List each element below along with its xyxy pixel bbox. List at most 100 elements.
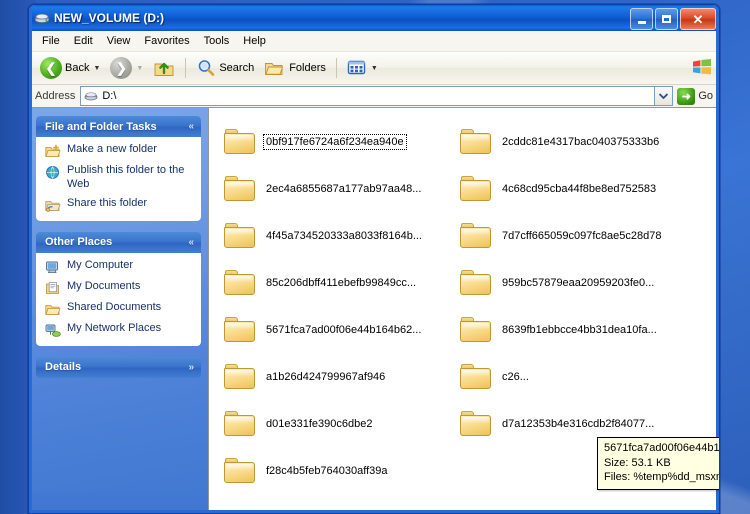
network-places-icon — [45, 323, 61, 338]
file-item[interactable]: 0bf917fe6724a6f234ea940e — [217, 118, 453, 165]
folder-icon — [460, 222, 492, 249]
chevron-down-icon — [659, 93, 669, 99]
file-item-label: 0bf917fe6724a6f234ea940e — [263, 133, 407, 150]
toolbar: ❮ Back ▼ ❯ ▼ Search Folders ▼ — [29, 52, 719, 85]
go-button[interactable]: ➜ Go — [677, 87, 719, 105]
file-item[interactable]: f28c4b5feb764030aff39a — [217, 447, 453, 492]
chevron-up-icon[interactable]: « — [188, 237, 194, 248]
panel-title: File and Folder Tasks — [45, 120, 157, 133]
panel-header-file-tasks[interactable]: File and Folder Tasks « — [36, 116, 201, 137]
task-label: Publish this folder to the Web — [67, 164, 185, 190]
place-shared-documents[interactable]: Shared Documents — [45, 301, 193, 317]
address-input[interactable]: D:\ — [80, 86, 655, 106]
file-grid: 0bf917fe6724a6f234ea940e 2cddc81e4317bac… — [209, 108, 719, 492]
views-button[interactable]: ▼ — [342, 54, 383, 82]
file-item[interactable]: 5671fca7ad00f06e44b164b62... — [217, 306, 453, 353]
drive-icon — [34, 11, 50, 25]
file-item-label: 4c68cd95cba44f8be8ed752583 — [502, 182, 657, 195]
file-row: a1b26d424799967af946 c26... — [217, 353, 719, 400]
file-item[interactable]: 2cddc81e4317bac040375333b6 — [453, 118, 689, 165]
explorer-window: NEW_VOLUME (D:) ✕ File Edit View Favorit… — [28, 4, 720, 514]
forward-button[interactable]: ❯ ▼ — [105, 54, 148, 82]
folder-icon — [460, 410, 492, 437]
address-dropdown-button[interactable] — [654, 86, 674, 106]
file-item-label: 7d7cff665059c097fc8ae5c28d78 — [502, 229, 662, 242]
file-item[interactable]: a1b26d424799967af946 — [217, 353, 453, 400]
folder-icon — [224, 316, 256, 343]
maximize-icon — [662, 15, 671, 23]
close-button[interactable]: ✕ — [680, 8, 716, 30]
folders-label: Folders — [289, 62, 326, 74]
back-button[interactable]: ❮ Back ▼ — [35, 54, 105, 82]
folder-icon — [460, 363, 492, 390]
task-label: Share this folder — [67, 196, 148, 209]
file-item-label: f28c4b5feb764030aff39a — [266, 464, 388, 477]
folder-icon — [224, 457, 256, 484]
tooltip-files: Files: %temp%dd_msxml_retMSI.txt — [604, 471, 719, 484]
window-body: File and Folder Tasks « Make a new folde… — [29, 108, 719, 492]
file-item[interactable]: d01e331fe390c6dbe2 — [217, 400, 453, 447]
task-make-new-folder[interactable]: Make a new folder — [45, 143, 193, 159]
forward-dropdown-caret[interactable]: ▼ — [136, 65, 143, 72]
chevron-down-icon[interactable]: » — [188, 362, 194, 373]
publish-web-icon — [45, 165, 61, 180]
place-my-documents[interactable]: My Documents — [45, 280, 193, 296]
file-row: 0bf917fe6724a6f234ea940e 2cddc81e4317bac… — [217, 118, 719, 165]
panel-title: Details — [45, 361, 82, 373]
panel-other-places: Other Places « My Computer My Documents … — [36, 231, 201, 346]
back-arrow-icon: ❮ — [40, 57, 62, 79]
folder-icon — [460, 175, 492, 202]
file-item[interactable]: 8639fb1ebbcce4bb31dea10fa... — [453, 306, 689, 353]
file-item-label: 85c206dbff411ebefb99849cc... — [266, 276, 417, 289]
file-item[interactable]: 959bc57879eaa20959203fe0... — [453, 259, 689, 306]
file-item[interactable]: 2ec4a6855687a177ab97aa48... — [217, 165, 453, 212]
place-my-computer[interactable]: My Computer — [45, 259, 193, 275]
toolbar-separator-1 — [185, 58, 187, 78]
file-item[interactable]: 4c68cd95cba44f8be8ed752583 — [453, 165, 689, 212]
task-pane: File and Folder Tasks « Make a new folde… — [29, 108, 208, 492]
menu-edit[interactable]: Edit — [67, 33, 100, 49]
folder-tooltip: 5671fca7ad00f06e44b164b625f077 Size: 53.… — [597, 437, 719, 490]
file-item[interactable]: 85c206dbff411ebefb99849cc... — [217, 259, 453, 306]
folder-icon — [224, 269, 256, 296]
back-dropdown-caret[interactable]: ▼ — [93, 65, 100, 72]
file-item[interactable]: 4f45a734520333a8033f8164b... — [217, 212, 453, 259]
folder-icon — [460, 316, 492, 343]
menu-tools[interactable]: Tools — [197, 33, 237, 49]
file-item[interactable]: c26... — [453, 353, 689, 400]
file-item-label: 8639fb1ebbcce4bb31dea10fa... — [502, 323, 657, 336]
file-list-bottom — [208, 492, 719, 513]
place-label: My Network Places — [67, 321, 162, 334]
file-item-label: 2cddc81e4317bac040375333b6 — [502, 135, 660, 148]
toolbar-separator-2 — [335, 58, 337, 78]
task-publish-to-web[interactable]: Publish this folder to the Web — [45, 164, 193, 192]
file-row: 5671fca7ad00f06e44b164b62... 8639fb1ebbc… — [217, 306, 719, 353]
up-folder-icon — [154, 62, 174, 76]
views-icon — [347, 60, 366, 75]
folders-button[interactable]: Folders — [259, 54, 331, 82]
file-item[interactable]: 7d7cff665059c097fc8ae5c28d78 — [453, 212, 689, 259]
file-item-label: a1b26d424799967af946 — [266, 370, 386, 383]
panel-file-and-folder-tasks: File and Folder Tasks « Make a new folde… — [36, 116, 201, 221]
search-button[interactable]: Search — [191, 54, 259, 82]
minimize-button[interactable] — [630, 8, 653, 30]
menu-favorites[interactable]: Favorites — [137, 33, 196, 49]
place-my-network-places[interactable]: My Network Places — [45, 322, 193, 338]
menu-file[interactable]: File — [35, 33, 67, 49]
folder-icon — [224, 363, 256, 390]
menu-help[interactable]: Help — [236, 33, 273, 49]
maximize-button[interactable] — [655, 8, 678, 30]
file-item-label: d01e331fe390c6dbe2 — [266, 417, 373, 430]
chevron-up-icon[interactable]: « — [188, 121, 194, 132]
views-dropdown-caret[interactable]: ▼ — [371, 65, 378, 72]
address-bar: Address D:\ ➜ Go — [29, 85, 719, 108]
share-folder-icon — [45, 198, 61, 213]
panel-header-other-places[interactable]: Other Places « — [36, 231, 201, 253]
file-list-pane[interactable]: 0bf917fe6724a6f234ea940e 2cddc81e4317bac… — [208, 108, 719, 492]
search-label: Search — [219, 62, 255, 74]
up-button[interactable] — [148, 54, 180, 82]
task-share-this-folder[interactable]: Share this folder — [45, 197, 193, 213]
panel-header-details[interactable]: Details » — [36, 356, 201, 378]
menu-view[interactable]: View — [100, 33, 138, 49]
file-item-label: c26... — [502, 370, 529, 383]
